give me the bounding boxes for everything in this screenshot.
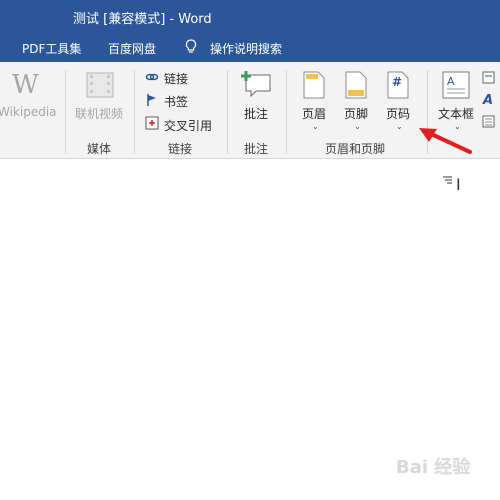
document-canvas[interactable]	[0, 159, 500, 500]
link-icon	[145, 73, 159, 81]
group-label-links: 链接	[168, 142, 193, 156]
text-box-icon: A	[442, 71, 470, 99]
bookmark-flag-icon	[147, 94, 156, 106]
footer-icon	[345, 71, 367, 99]
group-label-header-footer: 页眉和页脚	[325, 142, 386, 156]
group-label-media: 媒体	[87, 142, 112, 156]
film-icon	[86, 72, 114, 98]
separator	[227, 70, 228, 154]
chevron-down-icon: ⌄	[396, 122, 403, 131]
text-box-label: 文本框	[438, 107, 475, 121]
wikipedia-label: Wikipedia	[0, 105, 57, 119]
cross-reference-icon	[145, 116, 159, 130]
wikipedia-icon: W	[12, 70, 39, 100]
wordart-icon: A	[483, 93, 494, 108]
comment-label: 批注	[244, 107, 269, 121]
page-number-label: 页码	[386, 107, 411, 121]
text-cursor-icon: I	[456, 175, 461, 194]
watermark: Bai 经验	[396, 457, 471, 478]
page-number-hash: #	[392, 75, 403, 89]
online-video-label: 联机视频	[75, 107, 124, 121]
red-arrow-annotation	[419, 128, 472, 154]
link-label: 链接	[164, 72, 189, 86]
new-comment-icon	[241, 71, 271, 98]
menu-pdf-tools[interactable]: PDF工具集	[22, 40, 81, 57]
footer-label: 页脚	[344, 107, 369, 121]
separator	[286, 70, 287, 154]
bookmark-label: 书签	[164, 95, 189, 109]
chevron-down-icon: ⌄	[354, 122, 361, 131]
title-bar: 测试 [兼容模式] - Word	[0, 0, 500, 32]
separator	[65, 70, 66, 154]
group-label-comments: 批注	[244, 142, 269, 156]
svg-text:A: A	[447, 75, 455, 88]
quick-parts-icon	[482, 71, 495, 84]
header-icon	[303, 71, 325, 99]
chevron-down-icon: ⌄	[312, 122, 319, 131]
window-title: 测试 [兼容模式] - Word	[73, 12, 212, 27]
menu-baidu-netdisk[interactable]: 百度网盘	[108, 40, 156, 57]
cross-reference-label: 交叉引用	[164, 119, 213, 133]
drop-cap-icon	[482, 115, 495, 128]
lightbulb-icon	[185, 39, 197, 53]
paragraph-mark-icon	[443, 176, 452, 184]
header-label: 页眉	[302, 107, 327, 121]
separator	[134, 70, 135, 154]
search-tell-me[interactable]: 操作说明搜索	[210, 40, 282, 57]
menu-bar: PDF工具集 百度网盘 操作说明搜索	[0, 32, 500, 62]
